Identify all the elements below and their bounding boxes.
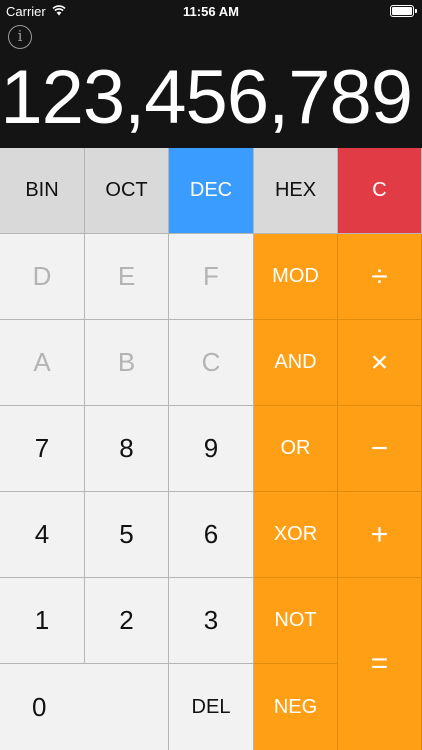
oct-mode-button[interactable]: OCT bbox=[85, 148, 169, 234]
keypad: BIN OCT DEC HEX C D E F MOD ÷ A B C AND … bbox=[0, 148, 422, 750]
multiply-button[interactable]: × bbox=[338, 320, 422, 406]
f-key[interactable]: F bbox=[169, 234, 254, 320]
info-button[interactable]: i bbox=[8, 25, 32, 49]
four-key[interactable]: 4 bbox=[0, 492, 85, 578]
hex-mode-button[interactable]: HEX bbox=[254, 148, 338, 234]
dec-mode-button[interactable]: DEC bbox=[169, 148, 254, 234]
delete-button[interactable]: DEL bbox=[169, 664, 254, 750]
nine-key[interactable]: 9 bbox=[169, 406, 254, 492]
equals-button[interactable]: = bbox=[338, 578, 422, 750]
e-key[interactable]: E bbox=[85, 234, 169, 320]
plus-button[interactable]: + bbox=[338, 492, 422, 578]
c-key[interactable]: C bbox=[169, 320, 254, 406]
three-key[interactable]: 3 bbox=[169, 578, 254, 664]
not-button[interactable]: NOT bbox=[254, 578, 338, 664]
six-key[interactable]: 6 bbox=[169, 492, 254, 578]
and-button[interactable]: AND bbox=[254, 320, 338, 406]
neg-button[interactable]: NEG bbox=[254, 664, 338, 750]
seven-key[interactable]: 7 bbox=[0, 406, 85, 492]
b-key[interactable]: B bbox=[85, 320, 169, 406]
minus-button[interactable]: − bbox=[338, 406, 422, 492]
zero-key[interactable]: 0 bbox=[0, 664, 169, 750]
status-time: 11:56 AM bbox=[183, 4, 239, 19]
clear-button[interactable]: C bbox=[338, 148, 422, 234]
one-key[interactable]: 1 bbox=[0, 578, 85, 664]
battery-icon bbox=[390, 5, 417, 17]
divide-button[interactable]: ÷ bbox=[338, 234, 422, 320]
a-key[interactable]: A bbox=[0, 320, 85, 406]
display: 123,456,789 bbox=[0, 48, 422, 148]
two-key[interactable]: 2 bbox=[85, 578, 169, 664]
mod-button[interactable]: MOD bbox=[254, 234, 338, 320]
eight-key[interactable]: 8 bbox=[85, 406, 169, 492]
status-bar: Carrier 11:56 AM bbox=[0, 0, 422, 22]
xor-button[interactable]: XOR bbox=[254, 492, 338, 578]
five-key[interactable]: 5 bbox=[85, 492, 169, 578]
bin-mode-button[interactable]: BIN bbox=[0, 148, 85, 234]
or-button[interactable]: OR bbox=[254, 406, 338, 492]
d-key[interactable]: D bbox=[0, 234, 85, 320]
display-value: 123,456,789 bbox=[0, 55, 413, 140]
